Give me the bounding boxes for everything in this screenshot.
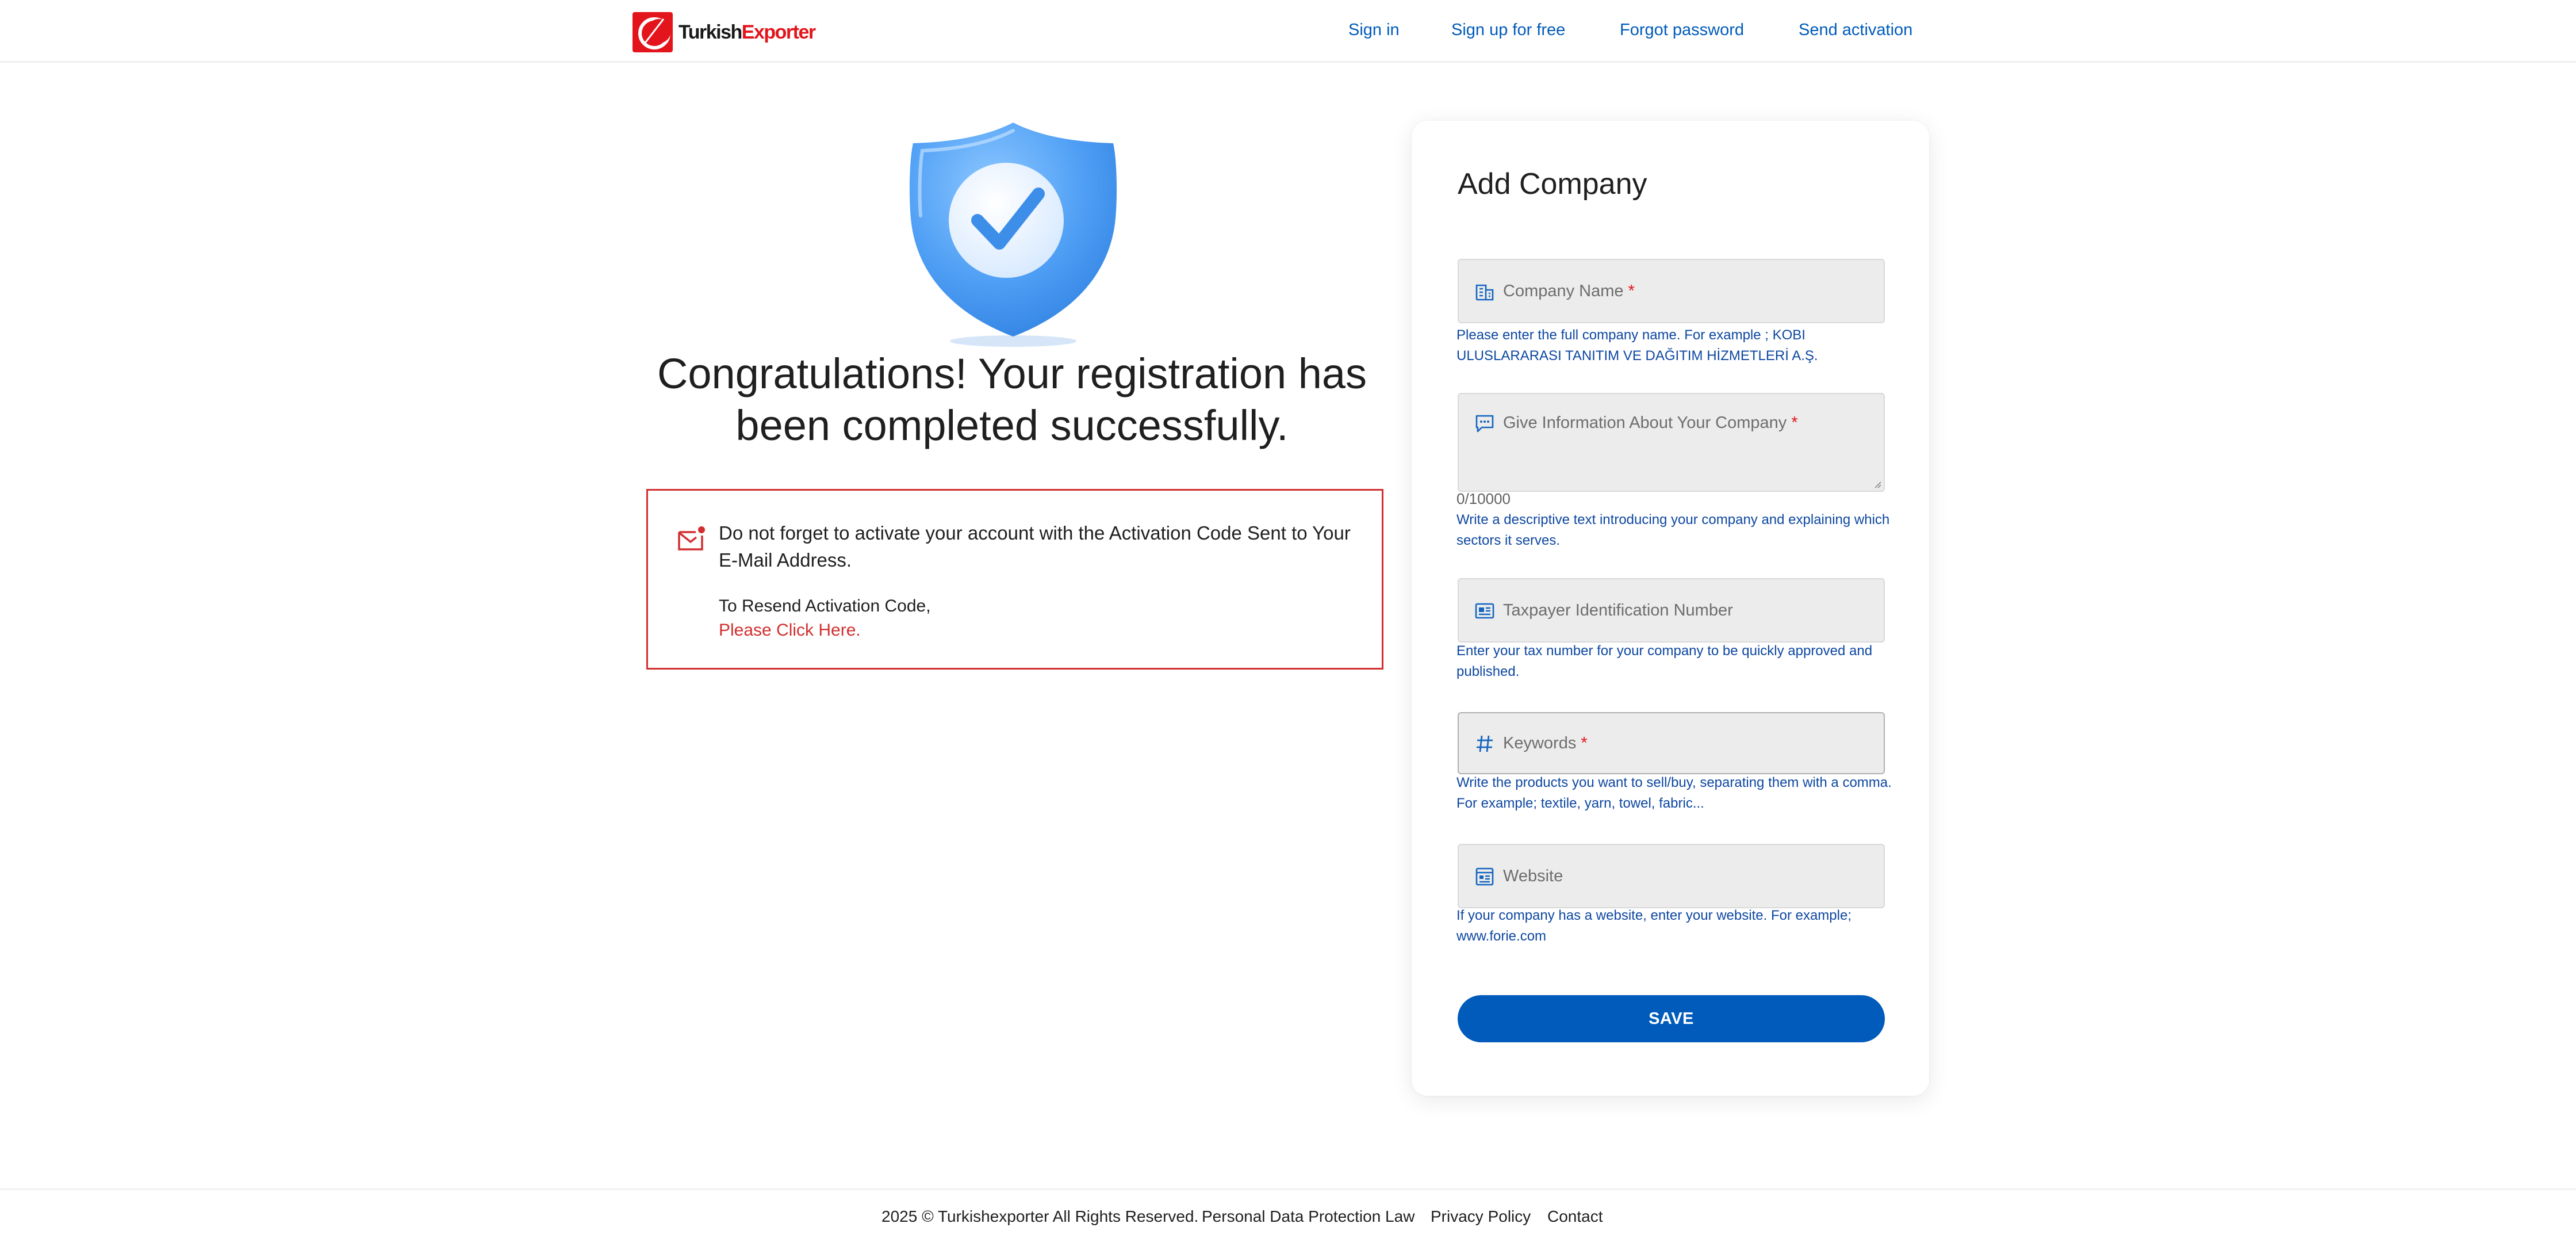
taxpayer-help: Enter your tax number for your company t… [1456, 643, 1873, 679]
footer-contact-link[interactable]: Contact [1547, 1207, 1603, 1226]
footer: 2025 © Turkishexporter All Rights Reserv… [0, 1188, 2576, 1254]
top-nav: Sign in Sign up for free Forgot password… [0, 21, 2576, 44]
keywords-input[interactable]: Keywords * [1458, 712, 1885, 774]
company-info-textarea[interactable]: Give Information About Your Company * [1458, 393, 1885, 492]
company-info-label: Give Information About Your Company * [1503, 414, 1798, 432]
resend-activation-link[interactable]: Please Click Here. [719, 618, 861, 643]
company-name-help: Please enter the full company name. For … [1456, 327, 1818, 364]
hashtag-icon [1477, 735, 1493, 752]
activation-message: Do not forget to activate your account w… [719, 522, 1351, 571]
char-counter: 0/10000 [1456, 490, 1511, 507]
website-input[interactable]: Website [1458, 844, 1885, 908]
keywords-help: Write the products you want to sell/buy,… [1456, 775, 1892, 811]
company-name-input[interactable]: Company Name * [1458, 259, 1885, 323]
resend-text: To Resend Activation Code, [719, 597, 931, 615]
save-button[interactable]: SAVE [1458, 995, 1885, 1042]
nav-send-activation-link[interactable]: Send activation [1799, 21, 1912, 40]
verified-shield-icon [909, 123, 1117, 347]
keywords-label: Keywords * [1503, 734, 1588, 752]
nav-forgot-password-link[interactable]: Forgot password [1620, 21, 1744, 40]
company-name-label: Company Name * [1503, 282, 1635, 300]
website-label: Website [1503, 867, 1563, 885]
nav-sign-in-link[interactable]: Sign in [1348, 21, 1400, 40]
taxpayer-id-label: Taxpayer Identification Number [1503, 601, 1733, 620]
building-icon [1475, 284, 1494, 301]
activation-notice: Do not forget to activate your account w… [646, 489, 1383, 670]
company-info-help: Write a descriptive text introducing you… [1456, 512, 1890, 548]
success-title: Congratulations! Your registration has b… [657, 350, 1367, 449]
mail-notification-icon [678, 526, 705, 550]
nav-sign-up-link[interactable]: Sign up for free [1451, 21, 1565, 40]
footer-kvkk-link[interactable]: Personal Data Protection Law [1202, 1207, 1414, 1226]
footer-copyright: 2025 © Turkishexporter All Rights Reserv… [881, 1207, 1199, 1225]
website-help: If your company has a website, enter you… [1456, 908, 1851, 944]
add-company-card: Add Company Company Name * Please enter … [1412, 121, 1929, 1096]
top-header: TurkishExporter Sign in Sign up for free… [0, 0, 2576, 63]
footer-privacy-link[interactable]: Privacy Policy [1431, 1207, 1531, 1226]
chat-icon [1475, 415, 1494, 433]
taxpayer-id-input[interactable]: Taxpayer Identification Number [1458, 578, 1885, 643]
web-icon [1475, 867, 1494, 886]
resize-handle-icon[interactable] [1873, 480, 1881, 488]
card-title: Add Company [1458, 167, 1647, 201]
id-card-icon [1475, 603, 1494, 619]
